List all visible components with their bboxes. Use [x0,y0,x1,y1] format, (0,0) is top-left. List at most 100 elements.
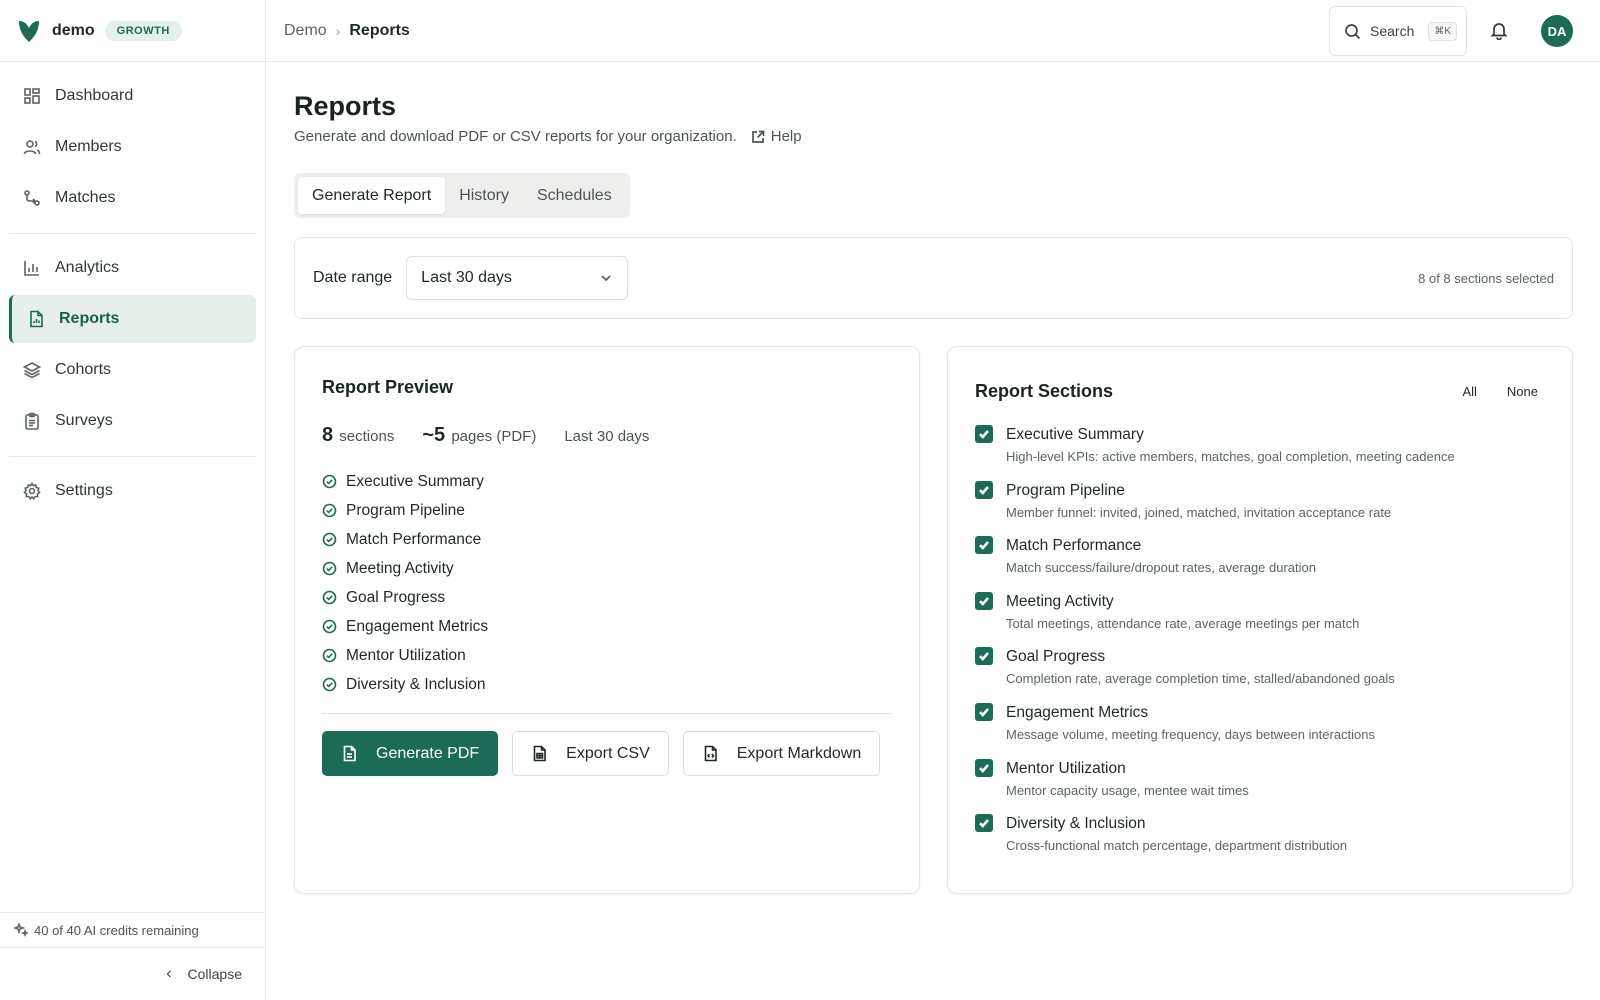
generate-pdf-label: Generate PDF [376,744,480,762]
sidebar-item-surveys[interactable]: Surveys [9,397,256,445]
search-shortcut: ⌘K [1428,21,1458,41]
preview-title: Report Preview [322,377,454,397]
search-icon [1345,23,1361,39]
select-none-button[interactable]: None [1500,384,1545,399]
section-text: Program Pipeline Member funnel: invited, … [1006,480,1391,536]
clipboard-icon [23,412,41,430]
sidebar-item-label: Dashboard [55,87,134,104]
breadcrumb-reports: Reports [349,21,410,39]
section-checkbox[interactable] [975,425,993,443]
export-markdown-button[interactable]: Export Markdown [682,731,881,776]
check-icon [979,708,989,717]
section-checkbox[interactable] [975,702,993,721]
date-range-card: Date range Last 30 days 8 of 8 sections … [294,237,1573,319]
tabs: Generate Report History Schedules [294,173,630,218]
section-option: Executive Summary High-level KPIs: active… [975,424,1545,480]
page-title: Reports [294,91,397,121]
sidebar-item-label: Surveys [55,412,113,429]
section-checkbox[interactable] [975,814,993,833]
section-text: Goal Progress Completion rate, average co… [1006,646,1395,702]
check-circle-icon [322,619,337,634]
sidebar-item-label: Cohorts [55,361,112,378]
breadcrumb-demo[interactable]: Demo [284,22,327,40]
pages-count: ~5 [422,424,446,446]
section-description: Completion rate, average completion time… [1006,671,1395,687]
content-columns: Report Preview 8 sections ~5 pages (PDF)… [294,346,1573,894]
section-option: Program Pipeline Member funnel: invited, … [975,480,1545,536]
sidebar-item-label: Matches [55,189,116,206]
section-checkbox[interactable] [975,480,993,499]
users-icon [23,138,41,156]
external-link-icon [751,130,765,143]
sidebar-item-reports[interactable]: Reports [9,295,256,343]
select-all-button[interactable]: All [1455,384,1483,399]
section-text: Mentor Utilization Mentor capacity usage,… [1006,758,1249,814]
topbar: Demo › Reports Search ⌘K DA [266,0,1600,62]
sidebar-item-label: Analytics [55,259,120,276]
ai-credits-text: 40 of 40 AI credits remaining [34,922,199,938]
avatar[interactable]: DA [1541,15,1573,47]
check-icon [979,819,989,829]
export-csv-label: Export CSV [566,744,650,762]
tab-history[interactable]: History [445,177,523,214]
list-item: Engagement Metrics [322,612,892,641]
sidebar-item-label: Members [55,138,122,155]
generate-pdf-button[interactable]: Generate PDF [322,731,499,776]
section-description: Message volume, meeting frequency, days … [1006,726,1376,742]
preview-item-label: Mentor Utilization [346,646,466,664]
layers-icon [23,361,41,379]
preview-item-label: Match Performance [346,530,482,548]
section-option: Match Performance Match success/failure/d… [975,535,1545,591]
check-icon [979,763,989,773]
preview-item-label: Diversity & Inclusion [346,675,486,693]
brand-name: demo [52,21,95,39]
preview-stats: 8 sections ~5 pages (PDF) Last 30 days [322,424,892,447]
preview-range: Last 30 days [564,428,650,445]
divider [322,713,892,714]
section-checkbox[interactable] [975,647,993,666]
date-range-select[interactable]: Last 30 days [406,256,629,300]
sections-stat: 8 sections [322,424,394,447]
pages-stat: ~5 pages (PDF) [422,424,536,447]
section-checkbox[interactable] [975,536,993,555]
sidebar-item-cohorts[interactable]: Cohorts [9,346,256,394]
sidebar-item-dashboard[interactable]: Dashboard [9,72,256,120]
section-checkbox-list: Executive Summary High-level KPIs: active… [975,424,1545,869]
file-icon [27,310,45,328]
match-icon [23,189,41,207]
sidebar-item-members[interactable]: Members [9,123,256,171]
check-circle-icon [322,532,337,547]
nav-group-insights: Analytics Reports Cohorts Surveys [9,244,256,457]
collapse-button[interactable]: ‹ Collapse [0,948,266,1000]
section-text: Meeting Activity Total meetings, attendan… [1006,591,1359,647]
list-item: Match Performance [322,525,892,554]
file-text-icon [343,745,356,762]
date-range-value: Last 30 days [421,269,512,286]
section-option: Engagement Metrics Message volume, meetin… [975,702,1545,758]
sidebar-item-matches[interactable]: Matches [9,174,256,222]
search-label: Search [1370,23,1415,39]
sidebar-item-settings[interactable]: Settings [9,467,256,515]
pages-stat-label: pages (PDF) [451,428,537,445]
sidebar-nav: Dashboard Members Matches Analytics Repo… [0,62,265,546]
tab-generate-report[interactable]: Generate Report [298,177,446,214]
check-icon [979,652,989,662]
sidebar-item-analytics[interactable]: Analytics [9,244,256,292]
section-text: Engagement Metrics Message volume, meetin… [1006,702,1375,758]
notifications-button[interactable] [1489,20,1511,42]
section-checkbox[interactable] [975,591,993,610]
check-circle-icon [322,561,337,576]
sections-count: 8 [322,424,334,446]
export-csv-button[interactable]: Export CSV [512,731,669,776]
section-checkbox[interactable] [975,758,993,777]
check-circle-icon [322,474,337,489]
search-button[interactable]: Search ⌘K [1329,6,1467,56]
section-title: Program Pipeline [1006,481,1125,499]
help-link[interactable]: Help [751,128,802,145]
section-title: Meeting Activity [1006,592,1114,610]
section-option: Meeting Activity Total meetings, attendan… [975,591,1545,647]
tab-schedules[interactable]: Schedules [523,177,626,214]
nav-group-settings: Settings [9,467,256,526]
sidebar: demo GROWTH Dashboard Members Matches An… [0,0,266,1000]
check-circle-icon [322,677,337,692]
